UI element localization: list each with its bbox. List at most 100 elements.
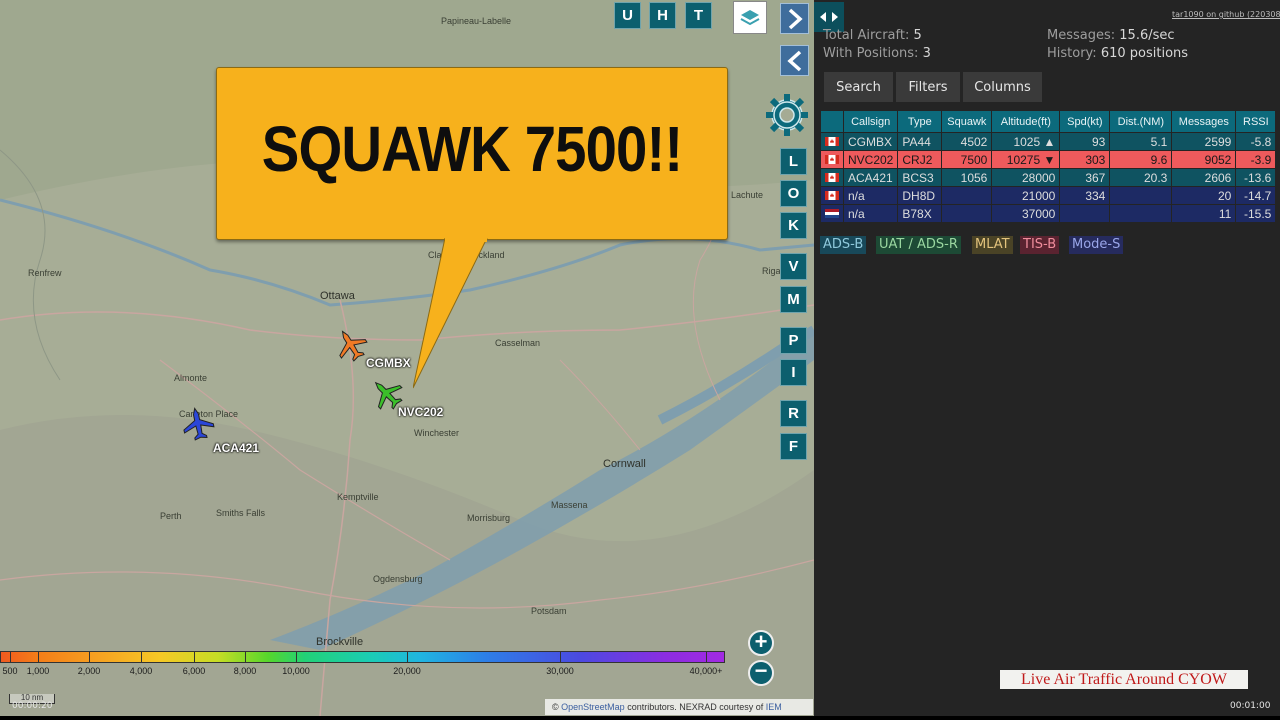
cell-messages: 11 — [1171, 204, 1237, 223]
plane-icon — [339, 330, 368, 362]
source-badge: Mode-S — [1069, 236, 1124, 254]
place-label: Almonte — [174, 373, 208, 383]
cell-callsign: NVC202 — [842, 150, 899, 169]
button-t[interactable]: T — [685, 2, 712, 29]
cell-type: BCS3 — [897, 168, 943, 187]
source-badge: UAT / ADS-R — [876, 236, 961, 254]
callout-pointer — [413, 238, 488, 389]
button-r[interactable]: R — [780, 400, 807, 427]
place-label: Massena — [551, 500, 588, 510]
search-button[interactable]: Search — [824, 72, 893, 102]
iem-link[interactable]: IEM — [766, 702, 782, 712]
map-attribution: © OpenStreetMap contributors. NEXRAD cou… — [545, 699, 813, 715]
cell-squawk — [941, 204, 993, 223]
button-f[interactable]: F — [780, 433, 807, 460]
legend-tick: 500 — [2, 666, 18, 676]
cell-type: CRJ2 — [897, 150, 943, 169]
flag-cell — [820, 132, 844, 151]
legend-tick: 20,000 — [393, 666, 421, 676]
cell-messages: 20 — [1171, 186, 1237, 205]
place-label: Ottawa — [320, 290, 355, 302]
button-o[interactable]: O — [780, 180, 807, 207]
place-label: Winchester — [414, 428, 460, 438]
cell-callsign: n/a — [842, 186, 899, 205]
with-positions-stat: With Positions: 3 — [823, 46, 931, 61]
filters-button[interactable]: Filters — [896, 72, 960, 102]
map-view[interactable]: Ottawa Cornwall Renfrew Almonte Carleton Pla… — [0, 0, 814, 716]
cell-type: PA44 — [897, 132, 943, 151]
button-m[interactable]: M — [780, 286, 807, 313]
legend-tick-mark — [38, 651, 39, 663]
table-row[interactable]: n/a DH8D 21000 334 20 -14.7 — [820, 186, 1277, 205]
collapse-left-button[interactable] — [780, 45, 809, 76]
source-badge: TIS-B — [1020, 236, 1060, 254]
layers-button[interactable] — [733, 1, 767, 34]
cell-callsign: ACA421 — [842, 168, 899, 187]
column-header[interactable]: Messages — [1171, 110, 1237, 133]
cell-messages: 2606 — [1171, 168, 1237, 187]
cell-altitude: 28000 — [991, 168, 1061, 187]
column-header[interactable]: Altitude(ft) — [991, 110, 1061, 133]
expand-right-button[interactable] — [780, 3, 809, 34]
legend-tick: 30,000 — [546, 666, 574, 676]
column-header[interactable] — [820, 110, 844, 133]
column-header[interactable]: Squawk — [941, 110, 993, 133]
messages-stat: Messages: 15.6/sec — [1047, 28, 1175, 43]
zoom-out-button[interactable]: − — [748, 660, 774, 686]
flag-cell — [820, 186, 844, 205]
aircraft-label: CGMBX — [366, 356, 411, 370]
column-header[interactable]: Spd(kt) — [1059, 110, 1111, 133]
total-aircraft-label: Total Aircraft: — [823, 28, 910, 43]
table-row[interactable]: CGMBX PA44 4502 1025 ▲ 93 5.1 2599 -5.8 — [820, 132, 1277, 151]
button-l[interactable]: L — [780, 148, 807, 175]
button-k[interactable]: K — [780, 212, 807, 239]
cell-speed: 303 — [1059, 150, 1111, 169]
column-header[interactable]: Type — [897, 110, 943, 133]
cell-rssi: -5.8 — [1235, 132, 1277, 151]
canada-flag-icon — [825, 172, 839, 182]
squawk-callout: SQUAWK 7500!! — [216, 67, 728, 389]
place-label: Morrisburg — [467, 513, 511, 523]
column-header[interactable]: RSSI — [1235, 110, 1277, 133]
cell-dist — [1109, 204, 1173, 223]
table-row[interactable]: n/a B78X 37000 11 -15.5 — [820, 204, 1277, 223]
place-label: Lachute — [731, 190, 764, 200]
button-h[interactable]: H — [649, 2, 676, 29]
flag-cell — [820, 204, 844, 223]
button-i[interactable]: I — [780, 359, 807, 386]
settings-button[interactable] — [762, 90, 812, 140]
place-label: Potsdam — [531, 606, 567, 616]
button-u[interactable]: U — [614, 2, 641, 29]
cell-rssi: -13.6 — [1235, 168, 1277, 187]
button-v[interactable]: V — [780, 253, 807, 280]
plane-icon — [183, 407, 215, 441]
history-value: 610 positions — [1100, 46, 1189, 61]
osm-link[interactable]: OpenStreetMap — [561, 702, 625, 712]
version-link[interactable]: tar1090 on github (220308) — [1172, 10, 1280, 19]
legend-tick: 2,000 — [77, 666, 101, 676]
table-row[interactable]: NVC202 CRJ2 7500 10275 ▼ 303 9.6 9052 -3.9 — [820, 150, 1277, 169]
cell-dist: 9.6 — [1109, 150, 1173, 169]
place-label: Casselman — [495, 338, 541, 348]
legend-tick-mark — [194, 651, 195, 663]
place-label: Renfrew — [28, 268, 62, 278]
aircraft-label: NVC202 — [398, 405, 444, 419]
zoom-in-button[interactable]: + — [748, 630, 774, 656]
aircraft-marker-aca421[interactable] — [180, 406, 216, 446]
column-header[interactable]: Callsign — [842, 110, 899, 133]
altitude-color-legend — [0, 651, 725, 663]
place-label: Smiths Falls — [216, 508, 266, 518]
table-row[interactable]: ACA421 BCS3 1056 28000 367 20.3 2606 -13.6 — [820, 168, 1277, 187]
flag-cell — [820, 150, 844, 169]
aircraft-marker-cgmbx[interactable] — [333, 327, 369, 367]
total-aircraft-value: 5 — [913, 28, 922, 43]
live-banner: Live Air Traffic Around CYOW — [1000, 670, 1248, 689]
attribution-mid: contributors. NEXRAD courtesy of — [624, 702, 766, 712]
column-header[interactable]: Dist.(NM) — [1109, 110, 1173, 133]
canada-flag-icon — [825, 154, 839, 164]
columns-button[interactable]: Columns — [963, 72, 1042, 102]
with-positions-label: With Positions: — [823, 46, 919, 61]
button-p[interactable]: P — [780, 327, 807, 354]
place-label: Brockville — [316, 636, 364, 648]
table-header-row: Callsign Type Squawk Altitude(ft) Spd(kt) Dis… — [820, 110, 1277, 133]
